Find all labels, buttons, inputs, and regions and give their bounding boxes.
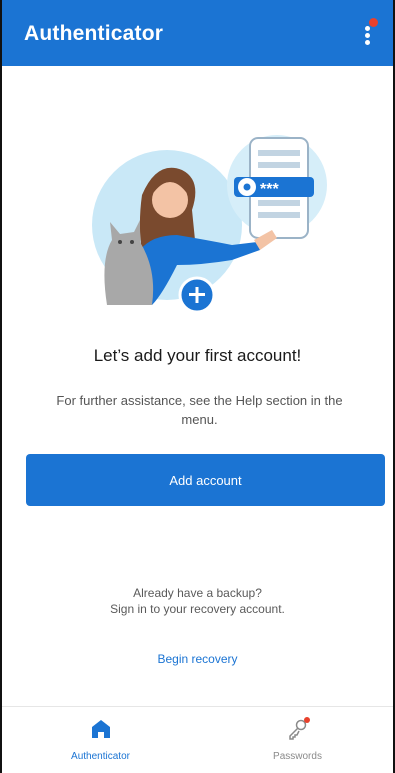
- nav-label-authenticator: Authenticator: [71, 751, 130, 762]
- app-bar: Authenticator: [2, 0, 393, 66]
- nav-item-authenticator[interactable]: Authenticator: [2, 707, 199, 773]
- backup-prompt-line1: Already have a backup?: [133, 586, 262, 600]
- help-text: For further assistance, see the Help sec…: [56, 393, 343, 427]
- home-icon: [91, 720, 110, 738]
- app-screen: Authenticator *** Let’s add your first a…: [0, 0, 395, 773]
- more-options-button[interactable]: [357, 18, 379, 48]
- key-icon: [288, 717, 310, 740]
- add-account-button[interactable]: Add account: [26, 454, 385, 506]
- nav-item-passwords[interactable]: Passwords: [199, 707, 395, 773]
- welcome-illustration: ***: [92, 135, 327, 314]
- passwords-badge: [303, 717, 310, 723]
- begin-recovery-link[interactable]: Begin recovery: [2, 652, 393, 666]
- password-mask: ***: [260, 181, 279, 198]
- backup-prompt-line2: Sign in to your recovery account.: [110, 602, 285, 616]
- app-title: Authenticator: [24, 22, 164, 45]
- empty-state-headline: Let’s add your first account!: [93, 346, 302, 365]
- nav-label-passwords: Passwords: [273, 751, 322, 762]
- notification-badge: [369, 18, 378, 27]
- bottom-navigation: Authenticator Passwords: [2, 707, 393, 773]
- backup-prompt: Already have a backup? Sign in to your r…: [2, 585, 393, 617]
